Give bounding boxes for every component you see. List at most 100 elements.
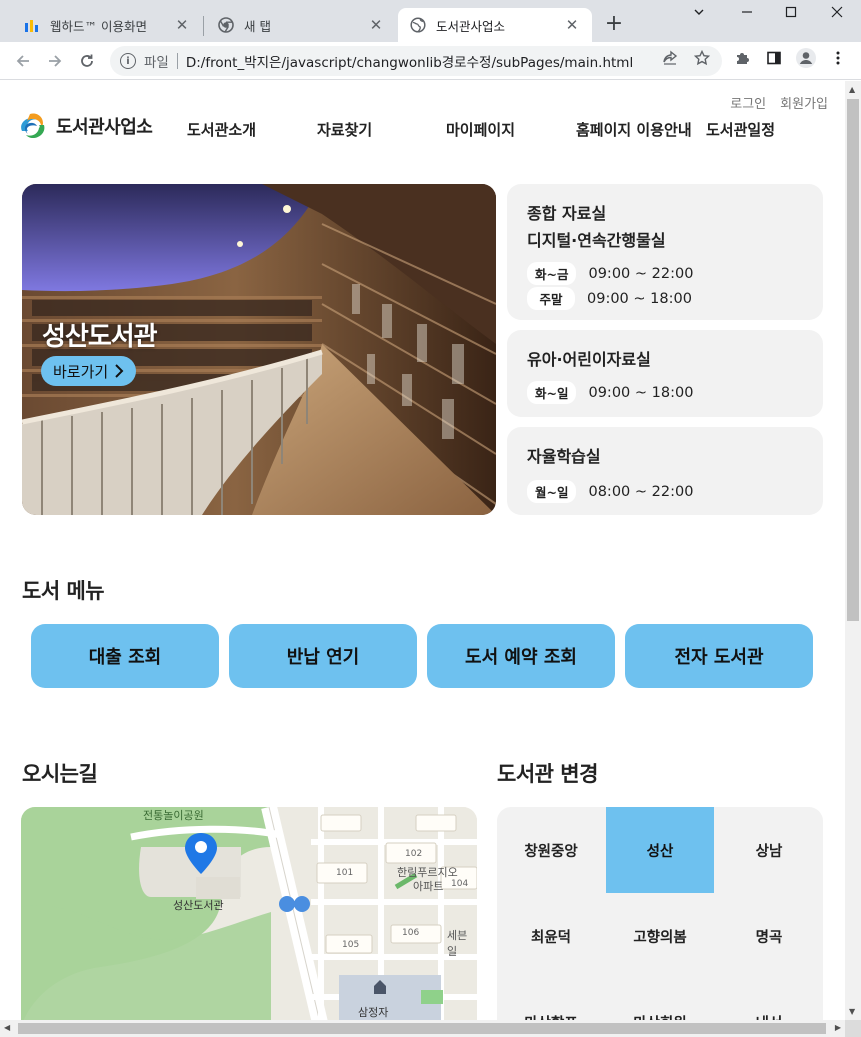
scroll-down-arrow-icon[interactable]: ▼: [849, 1007, 855, 1016]
chevron-right-icon: [115, 364, 124, 378]
forward-arrow-icon[interactable]: [44, 50, 66, 72]
login-link[interactable]: 로그인: [730, 93, 766, 112]
page-viewport: 로그인 회원가입 도서관사업소 도서관소개 자료찾기 마이페이지 홈페이지 이용…: [0, 81, 845, 1020]
tab-webhard[interactable]: 웹하드™ 이용화면 ✕: [12, 8, 202, 42]
hours-time: 08:00 ~ 22:00: [588, 483, 694, 500]
map-label-apartment-2: 아파트: [413, 880, 444, 893]
map-label-store: 세븐일: [447, 929, 468, 958]
hours-time: 09:00 ~ 18:00: [587, 290, 692, 307]
map-label-park: 전통놀이공원: [143, 809, 204, 822]
tab-title: 도서관사업소: [436, 18, 506, 34]
kebab-menu-icon[interactable]: [829, 49, 847, 67]
horizontal-scrollbar[interactable]: ◀ ▶: [0, 1020, 845, 1037]
nav-search[interactable]: 자료찾기: [317, 119, 372, 140]
branch-changwon-central[interactable]: 창원중앙: [497, 807, 605, 893]
hero-go-button[interactable]: 바로가기: [41, 356, 137, 386]
site-logo[interactable]: 도서관사업소: [16, 111, 153, 141]
tab-title: 새 탭: [244, 18, 271, 34]
hours-row: 주말 09:00 ~ 18:00: [527, 287, 803, 310]
browser-tab-strip: 웹하드™ 이용화면 ✕ 새 탭 ✕ 도서관사업소 ✕ +: [0, 0, 861, 42]
address-bar[interactable]: i 파일 D:/front_박지은/javascript/changwonlib…: [110, 46, 722, 76]
day-badge: 주말: [527, 287, 575, 310]
directions-title: 오시는길: [22, 762, 98, 786]
branch-gohyangui-bom[interactable]: 고향의봄: [606, 893, 714, 979]
tab-divider: [203, 16, 204, 36]
reload-icon[interactable]: [76, 50, 98, 72]
room-hours-card-children: 유아·어린이자료실 화~일 09:00 ~ 18:00: [507, 330, 823, 417]
vertical-scroll-thumb[interactable]: [847, 99, 859, 621]
hours-row: 월~일 08:00 ~ 22:00: [527, 480, 803, 503]
logo-mark-icon: [21, 113, 45, 138]
reservation-inquiry-button[interactable]: 도서 예약 조회: [427, 624, 615, 688]
new-tab-button[interactable]: +: [602, 13, 626, 37]
day-badge: 화~금: [527, 262, 577, 285]
room-name: 종합 자료실: [527, 204, 607, 223]
nav-about[interactable]: 도서관소개: [187, 119, 256, 140]
scroll-right-arrow-icon[interactable]: ▶: [835, 1023, 841, 1032]
branch-masan-hoewon[interactable]: 마산회원: [606, 979, 714, 1021]
hours-time: 09:00 ~ 22:00: [588, 265, 694, 282]
room-hours-card-study: 자율학습실 월~일 08:00 ~ 22:00: [507, 427, 823, 515]
room-name-secondary: 디지털·연속간행물실: [527, 231, 666, 250]
map-label-102: 102: [405, 849, 423, 859]
tab-new-tab[interactable]: 새 탭 ✕: [206, 8, 396, 42]
window-close-icon[interactable]: [822, 6, 852, 26]
bookmark-star-icon[interactable]: [693, 49, 711, 67]
map-label-106: 106: [402, 928, 420, 938]
share-icon[interactable]: [661, 49, 679, 67]
utility-links: 로그인 회원가입: [730, 93, 828, 112]
nav-mypage[interactable]: 마이페이지: [446, 119, 515, 140]
book-menu-title: 도서 메뉴: [22, 579, 105, 603]
horizontal-scroll-thumb[interactable]: [18, 1023, 826, 1034]
map-label-101: 101: [336, 868, 354, 878]
address-url[interactable]: D:/front_박지은/javascript/changwonlib경로수정/…: [186, 51, 633, 71]
e-library-button[interactable]: 전자 도서관: [625, 624, 813, 688]
room-name: 자율학습실: [527, 447, 601, 466]
hours-row: 화~금 09:00 ~ 22:00: [527, 262, 803, 285]
branch-seongsan[interactable]: 성산: [606, 807, 714, 893]
map-label-105: 105: [342, 940, 360, 950]
chrome-icon: [218, 17, 234, 33]
branch-myeonggok[interactable]: 명곡: [715, 893, 823, 979]
branch-sangnam[interactable]: 상남: [715, 807, 823, 893]
minimize-icon[interactable]: [732, 6, 762, 26]
return-extension-button[interactable]: 반납 연기: [229, 624, 417, 688]
hours-time: 09:00 ~ 18:00: [588, 384, 694, 401]
address-divider: [176, 53, 178, 69]
branch-choe-yundeok[interactable]: 최윤덕: [497, 893, 605, 979]
room-hours-card-general: 종합 자료실 디지털·연속간행물실 화~금 09:00 ~ 22:00 주말 0…: [507, 184, 823, 320]
branch-masan-happo[interactable]: 마산합포: [497, 979, 605, 1021]
logo-text: 도서관사업소: [56, 117, 153, 138]
scrollbar-corner: [845, 1020, 861, 1037]
browser-toolbar: i 파일 D:/front_박지은/javascript/changwonlib…: [0, 42, 861, 80]
hero-library-title: 성산도서관: [42, 322, 158, 352]
day-badge: 월~일: [527, 480, 577, 503]
tab-library-active[interactable]: 도서관사업소 ✕: [398, 8, 592, 42]
branch-change-title: 도서관 변경: [497, 762, 598, 786]
nav-schedule[interactable]: 도서관일정: [706, 119, 775, 140]
site-info-icon[interactable]: i: [120, 53, 136, 69]
scroll-up-arrow-icon[interactable]: ▲: [849, 85, 855, 94]
extensions-puzzle-icon[interactable]: [733, 49, 751, 67]
profile-avatar-icon[interactable]: [795, 47, 817, 69]
tab-close-icon[interactable]: ✕: [368, 16, 384, 34]
tab-close-icon[interactable]: ✕: [174, 16, 190, 34]
maximize-icon[interactable]: [776, 6, 806, 26]
room-name: 유아·어린이자료실: [527, 350, 651, 369]
branch-naeseo[interactable]: 내서: [715, 979, 823, 1021]
map-graphic: [21, 807, 477, 1020]
tab-close-icon[interactable]: ✕: [564, 16, 580, 34]
tab-search-chevron-icon[interactable]: [684, 6, 714, 26]
loan-inquiry-button[interactable]: 대출 조회: [31, 624, 219, 688]
vertical-scrollbar[interactable]: ▲ ▼: [845, 81, 861, 1020]
side-panel-icon[interactable]: [765, 49, 783, 67]
map-label-104: 104: [451, 879, 469, 889]
address-scheme: 파일: [144, 55, 169, 71]
location-map[interactable]: 전통놀이공원 성산도서관 한림푸르지오 아파트 101 102 104 105 …: [21, 807, 477, 1020]
scroll-left-arrow-icon[interactable]: ◀: [4, 1023, 10, 1032]
back-arrow-icon[interactable]: [12, 50, 34, 72]
hero-go-label: 바로가기: [53, 362, 109, 381]
signup-link[interactable]: 회원가입: [780, 93, 828, 112]
nav-guide[interactable]: 홈페이지 이용안내: [576, 119, 692, 140]
map-label-samjeongja: 삼정자: [358, 1006, 389, 1019]
